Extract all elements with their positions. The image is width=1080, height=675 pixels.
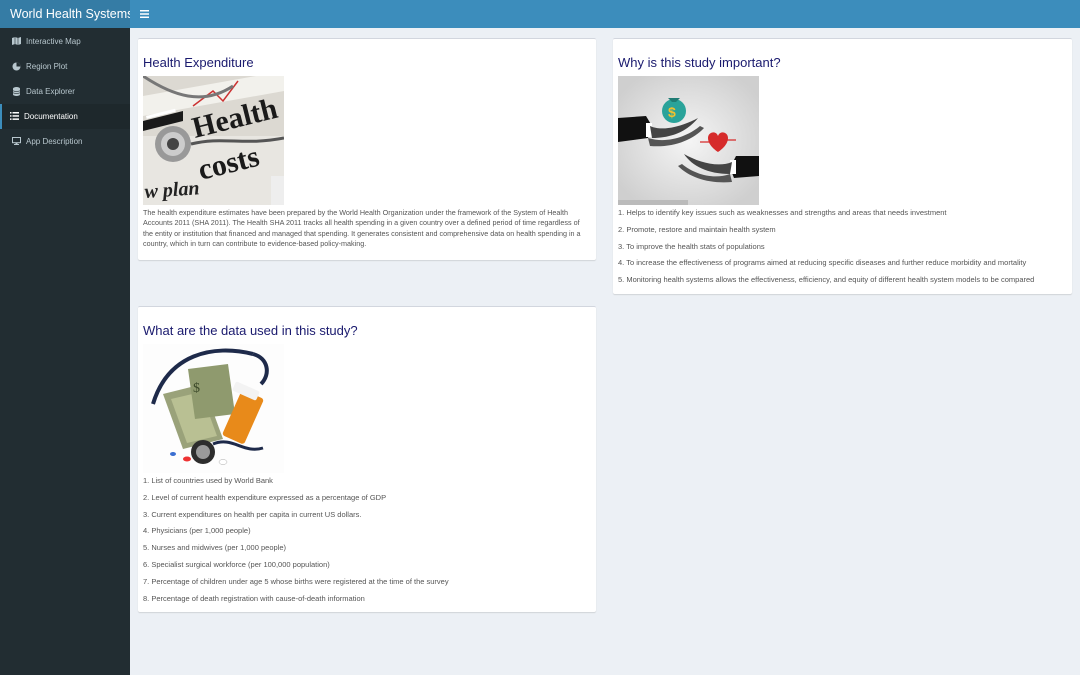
top-navbar xyxy=(130,0,1080,28)
hamburger-icon xyxy=(139,10,149,18)
box-title: Health Expenditure xyxy=(143,55,254,70)
list-item: 6. Specialist surgical workforce (per 10… xyxy=(143,559,330,569)
sidebar-item-label: Interactive Map xyxy=(26,36,81,46)
importance-list: 1. Helps to identify key issues such as … xyxy=(618,208,1072,284)
health-costs-image: Health costs w plan xyxy=(143,76,284,205)
list-item: 5. Monitoring health systems allows the … xyxy=(618,275,1035,285)
sidebar-item-region-plot[interactable]: Region Plot xyxy=(0,54,130,79)
list-item: 1. List of countries used by World Bank xyxy=(143,476,273,485)
list-item: 3. To improve the health stats of popula… xyxy=(618,241,765,251)
svg-text:$: $ xyxy=(193,381,200,396)
sidebar: Interactive Map Region Plot Data Explore… xyxy=(0,28,130,675)
sidebar-item-label: App Description xyxy=(26,136,83,146)
database-icon xyxy=(12,86,21,96)
list-item: 1. Helps to identify key issues such as … xyxy=(618,208,947,217)
sidebar-item-data-explorer[interactable]: Data Explorer xyxy=(0,79,130,104)
list-item: 2. Level of current health expenditure e… xyxy=(143,492,387,502)
pills-money-image: $ xyxy=(143,344,284,473)
list-item: 4. Physicians (per 1,000 people) xyxy=(143,526,251,536)
map-icon xyxy=(12,37,21,46)
sidebar-item-label: Region Plot xyxy=(26,61,68,71)
expenditure-description: The health expenditure estimates have be… xyxy=(143,208,581,249)
sidebar-item-label: Data Explorer xyxy=(26,86,75,96)
data-sources-list: 1. List of countries used by World Bank … xyxy=(143,476,596,603)
app-title[interactable]: World Health Systems xyxy=(0,0,133,28)
list-item: 5. Nurses and midwives (per 1,000 people… xyxy=(143,543,286,553)
list-item: 2. Promote, restore and maintain health … xyxy=(618,224,776,234)
study-data-box: What are the data used in this study? $ xyxy=(138,306,596,612)
study-importance-box: Why is this study important? $ 1. Helps … xyxy=(613,38,1072,294)
svg-text:$: $ xyxy=(668,104,676,120)
sidebar-toggle-button[interactable] xyxy=(136,6,152,22)
sidebar-item-interactive-map[interactable]: Interactive Map xyxy=(0,29,130,54)
sidebar-item-label: Documentation xyxy=(24,111,78,121)
desktop-icon xyxy=(12,137,21,146)
svg-text:w plan: w plan xyxy=(144,177,200,203)
sidebar-item-app-description[interactable]: App Description xyxy=(0,129,130,154)
box-title: Why is this study important? xyxy=(618,55,781,70)
list-item: 3. Current expenditures on health per ca… xyxy=(143,509,362,519)
list-icon xyxy=(10,112,19,121)
box-title: What are the data used in this study? xyxy=(143,323,358,338)
app-root: World Health Systems Interactive Map Reg… xyxy=(0,0,1080,675)
health-expenditure-box: Health Expenditure Health costs w plan T xyxy=(138,38,596,260)
list-item: 8. Percentage of death registration with… xyxy=(143,593,365,603)
list-item: 7. Percentage of children under age 5 wh… xyxy=(143,576,449,586)
pie-chart-icon xyxy=(12,62,21,71)
money-health-image: $ xyxy=(618,76,759,205)
list-item: 4. To increase the effectiveness of prog… xyxy=(618,258,1027,268)
sidebar-item-documentation[interactable]: Documentation xyxy=(0,103,130,129)
